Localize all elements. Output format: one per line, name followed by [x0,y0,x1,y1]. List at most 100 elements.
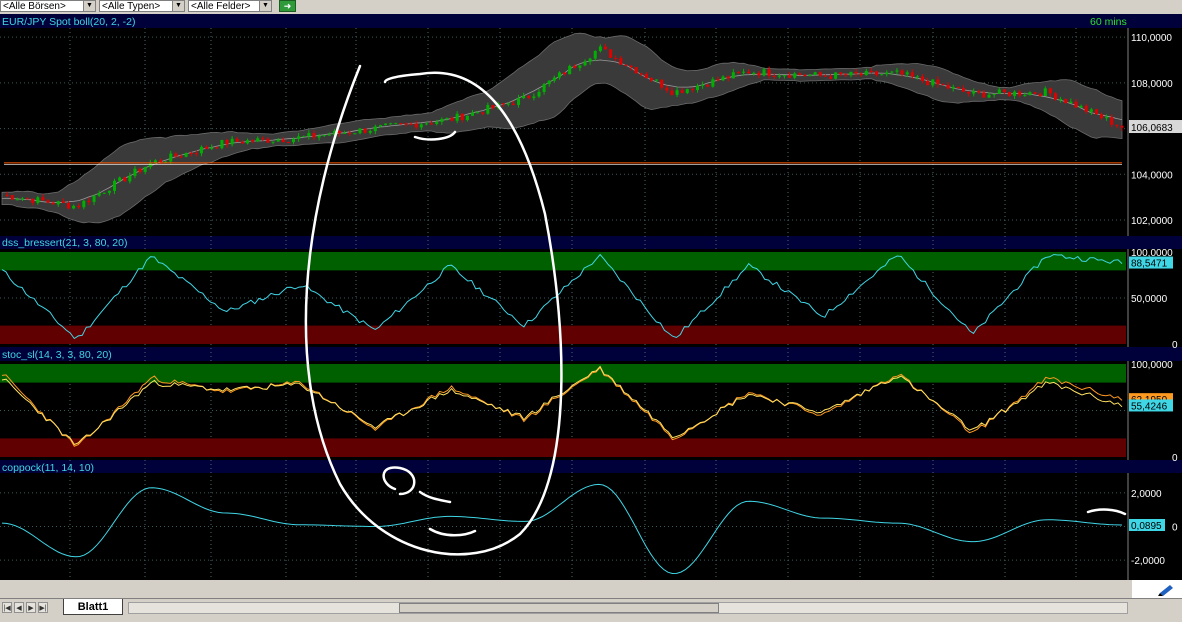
sheet-tab[interactable]: Blatt1 [63,599,123,615]
candle-body [491,105,495,108]
sheet-tab-label: Blatt1 [77,601,109,613]
candle-body [368,131,372,133]
scrollbar-thumb[interactable] [399,603,719,613]
prev-sheet-icon[interactable]: ◀ [14,602,24,613]
candle-body [1100,114,1104,119]
candle-body [967,91,971,94]
candle-body [338,130,342,134]
next-sheet-icon[interactable]: ▶ [26,602,36,613]
candle-body [118,177,122,181]
pencil-tool-icon[interactable] [1132,580,1182,598]
drawing-stroke [428,527,477,537]
coppock-y-tick-label: 2,0000 [1131,489,1162,500]
candle-body [286,142,290,144]
candle-body [276,139,280,142]
candle-body [813,72,817,75]
candle-body [869,70,873,72]
go-button[interactable]: ➜ [279,0,296,12]
chevron-down-icon[interactable]: ▼ [83,1,95,11]
candle-body [128,175,132,182]
horizontal-scrollbar[interactable] [128,602,1128,614]
candle-body [956,86,960,89]
candle-body [568,65,572,75]
candle-body [1089,109,1093,112]
candle-body [61,201,65,203]
candle-body [767,69,771,77]
candle-body [624,64,628,66]
candle-body [517,98,521,105]
candle-body [593,51,597,59]
candle-body [598,46,602,52]
field-select-label: <Alle Felder> [191,1,251,12]
candle-body [445,117,449,119]
candle-body [1069,101,1073,104]
candle-body [148,163,152,168]
candle-body [471,112,475,116]
candle-body [419,124,423,128]
candle-body [527,95,531,98]
price-y-tick-label: 104,0000 [1131,170,1173,181]
candle-body [844,74,848,76]
candle-body [1059,99,1063,101]
candle-body [297,136,301,139]
candle-body [26,198,30,200]
chart-tools-corner[interactable] [1132,580,1182,598]
candle-body [634,67,638,74]
panel-header-band-stoc [0,347,1182,361]
last-price-value: 106,0683 [1131,123,1173,134]
candle-body [716,79,720,81]
dss-last-value: 88,5471 [1131,259,1168,270]
type-select[interactable]: <Alle Typen> ▼ [99,0,185,12]
last-sheet-icon[interactable]: ▶| [38,602,48,613]
candle-body [583,61,587,66]
candle-body [1094,109,1098,115]
candle-body [1007,92,1011,96]
candle-body [859,73,863,76]
candle-body [905,72,909,75]
candle-body [56,201,60,205]
candle-body [10,195,14,200]
candle-body [946,84,950,89]
candle-body [588,58,592,62]
candle-body [205,146,209,149]
candle-body [1028,92,1032,96]
candle-body [547,80,551,85]
candle-body [639,73,643,75]
candle-body [649,78,653,81]
candle-body [312,133,316,138]
candle-body [77,205,81,208]
sheet-bar: |◀ ◀ ▶ ▶| Blatt1 [0,598,1182,622]
candle-body [685,89,689,94]
candle-body [31,198,35,203]
candle-body [36,197,40,203]
candle-body [322,134,326,136]
exchange-select[interactable]: <Alle Börsen> ▼ [0,0,96,12]
candle-body [348,132,352,134]
candle-body [256,138,260,142]
chart-area[interactable]: Feb16172021222324272829Mrz02050607110,00… [0,14,1182,580]
candle-body [92,195,96,202]
candle-body [798,73,802,76]
candle-body [373,126,377,132]
candle-body [532,96,536,98]
chevron-down-icon[interactable]: ▼ [172,1,184,11]
candle-body [235,138,239,142]
candle-body [961,88,965,92]
candle-body [440,118,444,122]
candle-body [557,72,561,78]
candle-body [230,138,234,145]
candle-body [511,103,515,105]
chevron-down-icon[interactable]: ▼ [259,1,271,11]
overbought-zone [0,364,1126,383]
candle-body [752,72,756,74]
dss-y-tick-label: 50,0000 [1131,294,1168,305]
candle-body [921,76,925,81]
candle-body [880,74,884,76]
price-y-tick-label: 102,0000 [1131,216,1173,227]
candle-body [747,71,751,74]
candle-body [15,199,19,201]
field-select[interactable]: <Alle Felder> ▼ [188,0,272,12]
first-sheet-icon[interactable]: |◀ [2,602,12,613]
candle-body [936,79,940,85]
candle-body [711,79,715,87]
